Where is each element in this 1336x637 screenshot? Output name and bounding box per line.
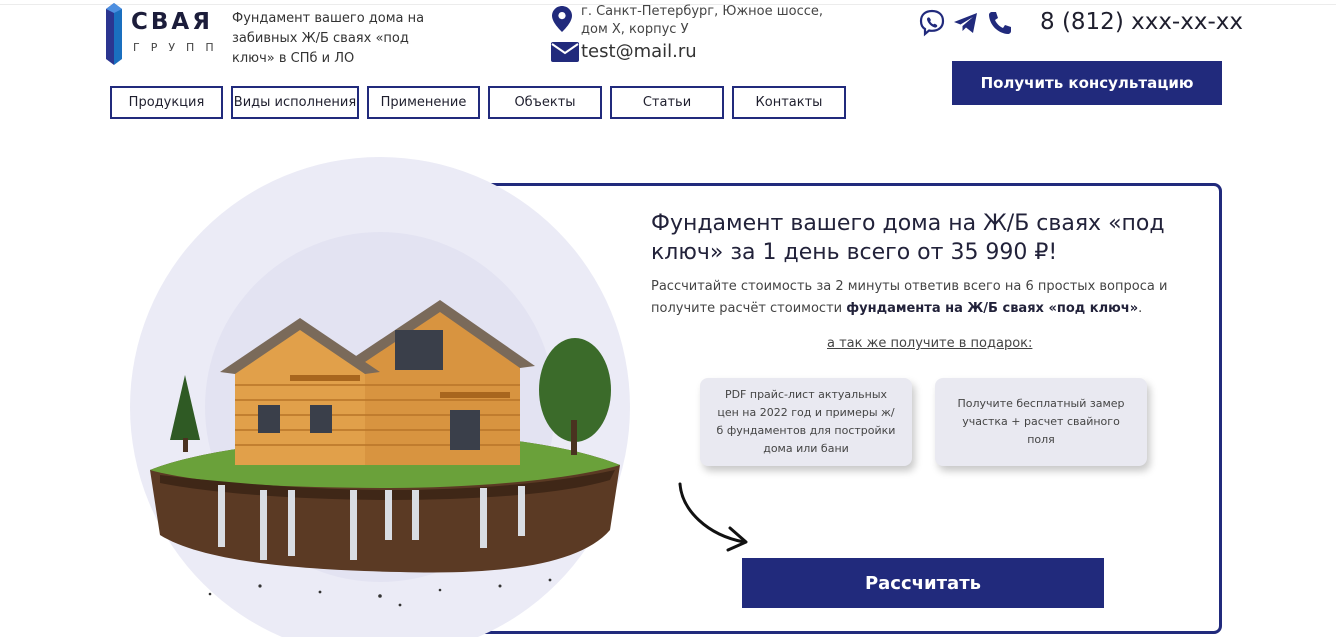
curved-arrow-icon (678, 482, 748, 552)
page: СВАЯ ГРУПП Фундамент вашего дома на заби… (0, 0, 1336, 637)
header-phone[interactable]: 8 (812) xxx-xx-xx (1040, 9, 1243, 35)
hero-description: Рассчитайте стоимость за 2 минуты ответи… (651, 276, 1171, 320)
nav-item-contacts[interactable]: Контакты (732, 86, 846, 119)
logo-pillar-icon (106, 3, 122, 65)
gift-link[interactable]: а так же получите в подарок: (827, 336, 1032, 351)
gift-card-pricelist: PDF прайс-лист актуальных цен на 2022 го… (700, 378, 912, 466)
messenger-links (918, 9, 1014, 37)
nav-item-types[interactable]: Виды исполнения (231, 86, 359, 119)
hero-description-bold: фундамента на Ж/Б сваях «под ключ» (846, 301, 1139, 316)
calculate-button[interactable]: Рассчитать (742, 558, 1104, 608)
nav-item-products[interactable]: Продукция (110, 86, 223, 119)
location-pin-icon (552, 6, 572, 32)
header-address: г. Санкт-Петербург, Южное шоссе, дом Х, … (581, 4, 824, 37)
log-house-illustration (150, 300, 620, 607)
viber-icon[interactable] (918, 9, 946, 37)
telegram-icon[interactable] (952, 9, 980, 37)
header-email[interactable]: test@mail.ru (581, 41, 697, 62)
logo-subtitle: ГРУПП (133, 41, 225, 54)
hero-title: Фундамент вашего дома на Ж/Б сваях «под … (651, 211, 1165, 265)
logo-wordmark: СВАЯ (131, 9, 213, 35)
logo[interactable]: СВАЯ ГРУПП (104, 3, 224, 65)
header-tagline: Фундамент вашего дома на забивных Ж/Б св… (232, 11, 425, 66)
nav-item-objects[interactable]: Объекты (488, 86, 602, 119)
hero-description-end: . (1138, 301, 1143, 316)
gift-card-measurement: Получите бесплатный замер участка + расч… (935, 378, 1147, 466)
nav-item-articles[interactable]: Статьи (610, 86, 724, 119)
phone-icon[interactable] (986, 9, 1014, 37)
nav-item-application[interactable]: Применение (367, 86, 480, 119)
get-consultation-button[interactable]: Получить консультацию (952, 61, 1222, 105)
email-icon (551, 42, 579, 62)
